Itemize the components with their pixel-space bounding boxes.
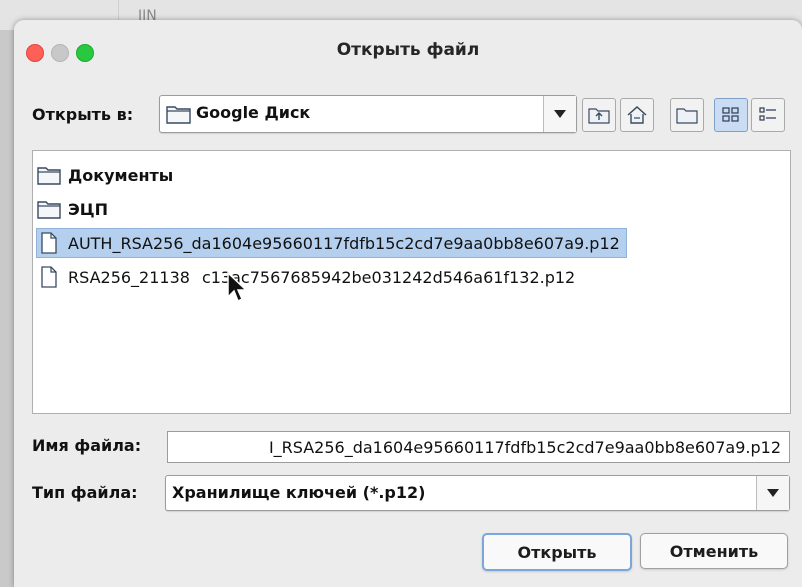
cancel-button[interactable]: Отменить [640, 533, 788, 569]
file-name-input[interactable]: I_RSA256_da1604e95660117fdfb15c2cd7e9aa0… [167, 431, 790, 463]
list-view-button[interactable] [714, 98, 748, 132]
details-view-icon [759, 107, 776, 121]
list-view-icon [722, 107, 739, 122]
list-item-label: RSA256_21138 [68, 267, 190, 287]
file-name-label: Имя файла: [32, 436, 142, 455]
mouse-cursor-icon [227, 272, 248, 303]
file-icon [37, 232, 61, 254]
list-item-folder[interactable]: Документы [37, 161, 179, 189]
new-folder-button[interactable] [670, 98, 704, 132]
open-file-dialog: Открыть файл Открыть в: Google Диск Доку… [14, 20, 802, 587]
folder-icon [37, 198, 61, 220]
title-bar: Открыть файл [14, 20, 802, 82]
list-item-file[interactable]: RSA256_21138 c13ac7567685942be031242d546a… [37, 263, 581, 291]
file-type-label: Тип файла: [32, 483, 138, 502]
folder-icon [166, 103, 192, 129]
file-type-dropdown-arrow[interactable] [756, 476, 789, 510]
chevron-down-icon [767, 489, 779, 497]
file-name-value: I_RSA256_da1604e95660117fdfb15c2cd7e9aa0… [268, 438, 781, 457]
home-icon [627, 105, 647, 124]
up-folder-icon [588, 108, 610, 124]
folder-icon [37, 164, 61, 186]
home-button[interactable] [620, 98, 654, 132]
up-folder-button[interactable] [582, 98, 616, 132]
list-item-label: Документы [68, 165, 174, 185]
list-item-label-rest: c13ac7567685942be031242d546a61f132.p12 [201, 267, 576, 287]
dialog-title: Открыть файл [336, 40, 480, 60]
look-in-dropdown[interactable]: Google Диск [159, 95, 577, 133]
list-item-folder[interactable]: ЭЦП [37, 195, 114, 223]
list-item-label: ЭЦП [68, 199, 108, 219]
list-item-label: AUTH_RSA256_da1604e95660117fdfb15c2cd7e9… [68, 233, 620, 253]
look-in-value: Google Диск [196, 103, 311, 122]
file-icon [37, 266, 61, 288]
look-in-dropdown-arrow[interactable] [543, 96, 576, 132]
list-item-file-selected[interactable]: AUTH_RSA256_da1604e95660117fdfb15c2cd7e9… [36, 228, 627, 258]
chevron-down-icon [554, 110, 566, 118]
file-type-dropdown[interactable]: Хранилище ключей (*.p12) [165, 475, 790, 511]
details-view-button[interactable] [751, 98, 785, 132]
new-folder-icon [676, 108, 698, 124]
open-button[interactable]: Открыть [482, 533, 632, 571]
look-in-label: Открыть в: [32, 105, 134, 124]
file-list[interactable]: Документы ЭЦП AUTH_RSA256_da1604e9566011… [32, 150, 791, 414]
file-type-value: Хранилище ключей (*.p12) [172, 483, 426, 502]
